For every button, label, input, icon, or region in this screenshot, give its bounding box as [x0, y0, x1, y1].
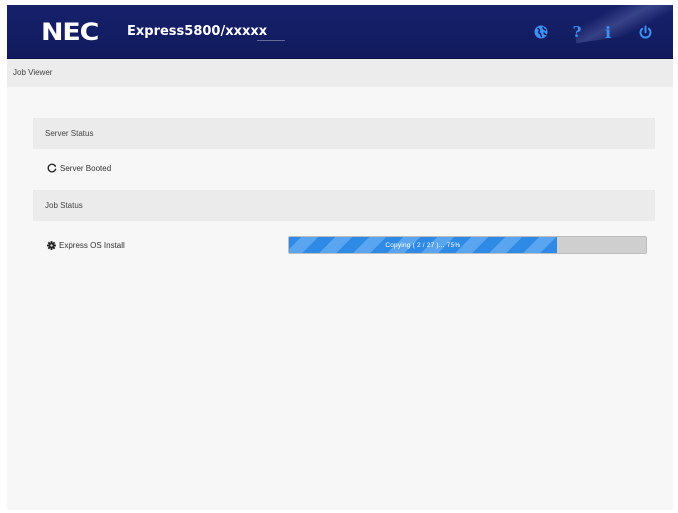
breadcrumb-label: Job Viewer — [13, 68, 53, 77]
job-progress-bar: Copying ( 2 / 27 )... 75% — [288, 236, 647, 254]
help-icon[interactable]: ? — [567, 22, 587, 42]
product-title: Express5800/xxxxx — [127, 24, 268, 39]
app-window: NEC Express5800/xxxxx ? i Job Viewer Ser… — [7, 5, 673, 510]
breadcrumb: Job Viewer — [7, 59, 673, 87]
top-header: NEC Express5800/xxxxx ? i — [7, 5, 673, 59]
product-underline — [257, 40, 285, 41]
server-status-heading: Server Status — [45, 129, 94, 138]
power-icon[interactable] — [635, 22, 655, 42]
server-status-label: Server Booted — [60, 163, 112, 173]
job-status-header: Job Status — [33, 190, 655, 221]
job-item-label: Express OS Install — [59, 240, 125, 250]
info-icon[interactable]: i — [598, 22, 618, 42]
gear-icon — [47, 240, 56, 250]
server-status-item: Server Booted — [47, 161, 111, 175]
refresh-icon — [47, 163, 57, 173]
job-progress-text: Copying ( 2 / 27 )... 75% — [385, 241, 461, 249]
job-status-heading: Job Status — [45, 201, 83, 210]
brand-logo: NEC — [41, 18, 99, 46]
globe-icon[interactable] — [531, 22, 551, 42]
server-status-header: Server Status — [33, 118, 655, 149]
job-item: Express OS Install — [47, 238, 125, 252]
